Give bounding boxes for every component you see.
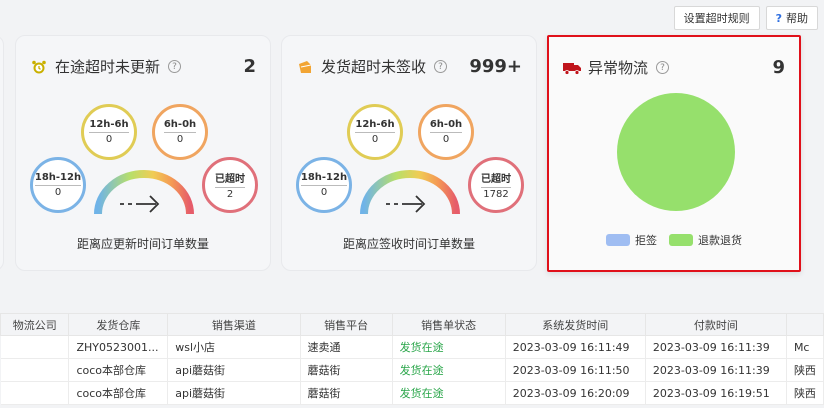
bubble-value: 0 (442, 134, 450, 145)
table-header-row: 物流公司 发货仓库 销售渠道 销售平台 销售单状态 系统发货时间 付款时间 (0, 313, 824, 336)
table-cell (0, 358, 70, 382)
timeout-rules-button[interactable]: 设置超时规则 (673, 6, 760, 30)
table-cell: 2023-03-09 16:11:49 (505, 335, 646, 359)
table-cell: Mc (786, 335, 824, 359)
package-icon (296, 58, 314, 76)
column-header[interactable]: 系统发货时间 (504, 313, 646, 336)
pie-slice-refund-return[interactable] (617, 93, 735, 211)
status-cell: 发货在途 (392, 335, 506, 359)
bubble-value: 0 (371, 134, 379, 145)
table-cell: 2023-03-09 16:11:39 (645, 358, 787, 382)
legend-swatch (669, 234, 693, 246)
table-row[interactable]: coco本部仓库 api蘑菇街 蘑菇街 发货在途 2023-03-09 16:2… (0, 381, 824, 405)
table-cell (0, 381, 70, 405)
bubble-value: 0 (54, 187, 62, 198)
table-cell: ZHY0523001... (68, 335, 169, 359)
bubble-label: 已超时 (215, 170, 245, 188)
table-cell: 陕西 (786, 381, 824, 405)
previous-card-edge (0, 35, 4, 271)
legend-label: 退款退货 (698, 234, 742, 247)
status-cell: 发货在途 (392, 358, 506, 382)
column-header[interactable] (785, 313, 824, 336)
timeline-gauge-icon (94, 170, 194, 215)
timeout-rules-label: 设置超时规则 (683, 12, 750, 25)
table-row[interactable]: coco本部仓库 api蘑菇街 蘑菇街 发货在途 2023-03-09 16:1… (0, 358, 824, 382)
bubble-label: 6h-0h (163, 119, 197, 133)
bubble-6h-0h: 6h-0h 0 (418, 104, 474, 160)
column-header[interactable]: 发货仓库 (68, 313, 169, 336)
card-in-transit-timeout[interactable]: 在途超时未更新 ? 2 12h-6h 0 6h-0h 0 18h-12h 0 已超时 2… (15, 35, 271, 271)
table-cell: 2023-03-09 16:19:51 (645, 381, 787, 405)
card-count: 9 (772, 57, 785, 78)
table-cell: coco本部仓库 (68, 358, 169, 382)
table-cell: 蘑菇街 (300, 381, 393, 405)
legend-item-refund-return[interactable]: 退款退货 (669, 232, 742, 248)
table-cell: api蘑菇街 (167, 358, 301, 382)
bubble-value: 1782 (483, 189, 509, 200)
card-count: 2 (243, 56, 256, 77)
column-header[interactable]: 销售渠道 (167, 313, 301, 336)
table-cell: coco本部仓库 (68, 381, 169, 405)
legend-item-rejected[interactable]: 拒签 (606, 232, 657, 248)
bubble-label: 18h-12h (34, 172, 82, 186)
card-abnormal-logistics[interactable]: 异常物流 ? 9 拒签 退款退货 (547, 35, 801, 272)
card-count: 999+ (469, 56, 522, 77)
bubble-overdue: 已超时 2 (202, 157, 258, 213)
help-button[interactable]: ? 帮助 (765, 6, 818, 30)
help-circle-icon[interactable]: ? (434, 60, 448, 73)
card-title: 异常物流 (588, 59, 649, 77)
table-cell: 速卖通 (300, 335, 393, 359)
help-icon: ? (775, 11, 782, 25)
column-header[interactable]: 付款时间 (644, 313, 787, 336)
card-footer-label: 距离应更新时间订单数量 (76, 237, 209, 251)
top-toolbar: 设置超时规则 ? 帮助 (673, 6, 818, 30)
bubble-6h-0h: 6h-0h 0 (152, 104, 208, 160)
legend-label: 拒签 (635, 234, 657, 247)
truck-icon (563, 59, 581, 77)
table-cell: 2023-03-09 16:11:50 (505, 358, 646, 382)
card-title: 发货超时未签收 (321, 58, 427, 76)
bubble-value: 0 (176, 134, 184, 145)
table-row[interactable]: ZHY0523001... wsl小店 速卖通 发货在途 2023-03-09 … (0, 335, 824, 359)
card-shipping-timeout[interactable]: 发货超时未签收 ? 999+ 12h-6h 0 6h-0h 0 18h-12h 0 已… (281, 35, 537, 271)
table-cell: 蘑菇街 (300, 358, 393, 382)
bubble-overdue: 已超时 1782 (468, 157, 524, 213)
pie-legend: 拒签 退款退货 (549, 232, 799, 248)
bubble-value: 0 (320, 187, 328, 198)
status-cell: 发货在途 (392, 381, 506, 405)
column-header[interactable]: 销售平台 (299, 313, 393, 336)
bubble-18h-12h: 18h-12h 0 (296, 157, 352, 213)
bubble-18h-12h: 18h-12h 0 (30, 157, 86, 213)
bubble-12h-6h: 12h-6h 0 (81, 104, 137, 160)
abnormal-logistics-pie-chart (617, 93, 735, 211)
bubble-value: 2 (226, 189, 234, 200)
bubble-label: 12h-6h (89, 119, 129, 133)
table-cell: 陕西 (786, 358, 824, 382)
bubble-label: 已超时 (481, 170, 511, 188)
column-header[interactable]: 物流公司 (0, 313, 70, 336)
help-circle-icon[interactable]: ? (656, 61, 670, 74)
bubble-value: 0 (105, 134, 113, 145)
table-cell: wsl小店 (167, 335, 301, 359)
table-cell: api蘑菇街 (167, 381, 301, 405)
orders-table: 物流公司 发货仓库 销售渠道 销售平台 销售单状态 系统发货时间 付款时间 ZH… (0, 313, 824, 405)
bubble-label: 18h-12h (300, 172, 348, 186)
column-header[interactable]: 销售单状态 (391, 313, 506, 336)
help-label: 帮助 (786, 12, 808, 25)
bubble-12h-6h: 12h-6h 0 (347, 104, 403, 160)
legend-swatch (606, 234, 630, 246)
alarm-clock-icon (30, 58, 48, 76)
table-cell: 2023-03-09 16:11:39 (645, 335, 787, 359)
card-title: 在途超时未更新 (55, 58, 161, 76)
card-footer-label: 距离应签收时间订单数量 (342, 237, 475, 251)
table-cell: 2023-03-09 16:20:09 (505, 381, 646, 405)
bubble-label: 6h-0h (429, 119, 463, 133)
help-circle-icon[interactable]: ? (168, 60, 182, 73)
timeline-gauge-icon (360, 170, 460, 215)
table-cell (0, 335, 70, 359)
bubble-label: 12h-6h (355, 119, 395, 133)
